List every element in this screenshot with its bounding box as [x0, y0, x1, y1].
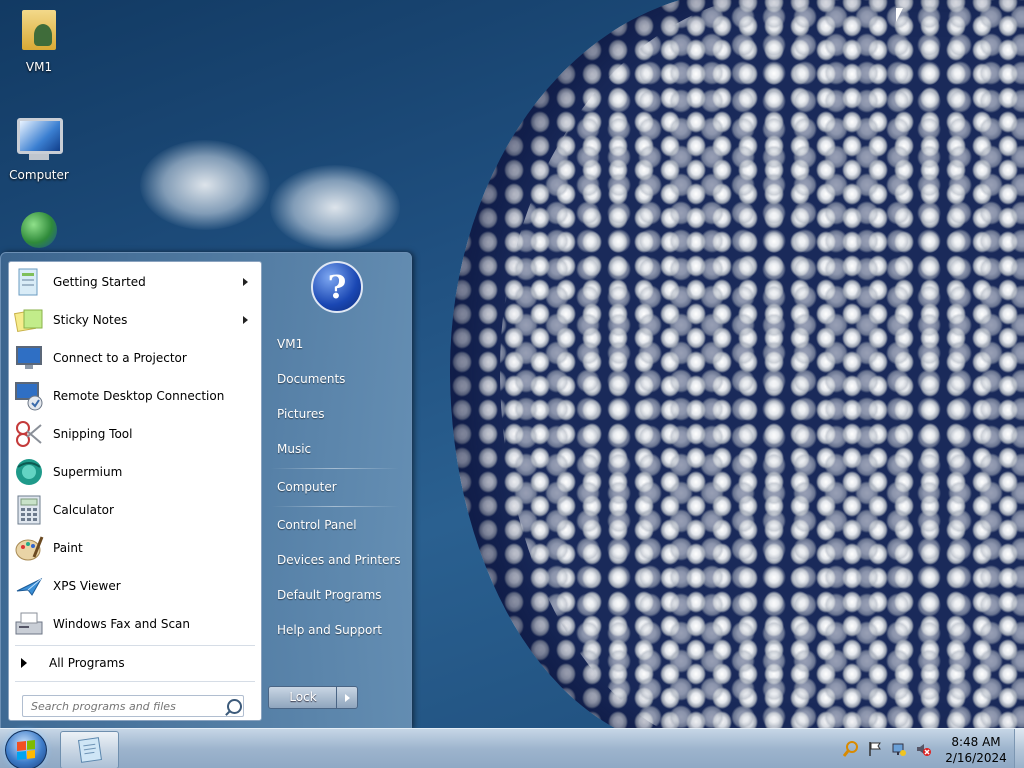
- start-item-connect-projector[interactable]: Connect to a Projector: [12, 340, 258, 376]
- action-center-flag-icon[interactable]: [867, 741, 883, 757]
- start-right-devices-printers[interactable]: Devices and Printers: [268, 545, 411, 575]
- projector-icon: [12, 341, 46, 375]
- paint-palette-icon: [12, 531, 46, 565]
- user-folder-icon: [17, 10, 61, 58]
- menu-separator: [15, 645, 255, 646]
- start-item-calculator[interactable]: Calculator: [12, 492, 258, 528]
- start-item-sticky-notes[interactable]: Sticky Notes: [12, 302, 258, 338]
- supermium-icon: [12, 455, 46, 489]
- start-right-label: Computer: [277, 480, 337, 494]
- shutdown-options-arrow-button[interactable]: [336, 686, 358, 709]
- start-button[interactable]: [5, 730, 47, 768]
- start-search-input[interactable]: [29, 698, 223, 714]
- start-right-label: Devices and Printers: [277, 553, 401, 567]
- volume-muted-icon[interactable]: [915, 741, 931, 757]
- start-right-control-panel[interactable]: Control Panel: [268, 510, 411, 540]
- start-item-label: Windows Fax and Scan: [53, 617, 191, 631]
- network-icon[interactable]: [891, 741, 907, 757]
- start-item-getting-started[interactable]: Getting Started: [12, 264, 258, 300]
- desktop-icon-label: VM1: [25, 60, 53, 74]
- start-item-remote-desktop[interactable]: Remote Desktop Connection: [12, 378, 258, 414]
- start-right-help-support[interactable]: Help and Support: [268, 615, 411, 645]
- start-item-label: Remote Desktop Connection: [53, 389, 225, 403]
- start-right-label: Pictures: [277, 407, 325, 421]
- start-item-label: Sticky Notes: [53, 313, 128, 327]
- taskbar-pinned-app[interactable]: [60, 731, 119, 768]
- start-item-paint[interactable]: Paint: [12, 530, 258, 566]
- mouse-cursor-icon: [896, 8, 903, 22]
- start-item-label: Supermium: [53, 465, 123, 479]
- calculator-icon: [12, 493, 46, 527]
- submenu-arrow-icon[interactable]: [243, 278, 248, 286]
- start-right-default-programs[interactable]: Default Programs: [268, 580, 411, 610]
- computer-icon: [17, 118, 63, 166]
- start-item-label: XPS Viewer: [53, 579, 121, 593]
- start-right-label: Control Panel: [277, 518, 357, 532]
- start-right-label: Documents: [277, 372, 346, 386]
- search-icon[interactable]: [227, 698, 242, 714]
- start-right-label: Music: [277, 442, 312, 456]
- menu-separator: [271, 506, 399, 507]
- desktop-icon-label: Computer: [9, 168, 69, 182]
- taskbar: 8:48 AM 2/16/2024: [0, 728, 1024, 768]
- start-item-fax-scan[interactable]: Windows Fax and Scan: [12, 606, 258, 642]
- all-programs-button[interactable]: All Programs: [17, 652, 255, 674]
- start-item-xps-viewer[interactable]: XPS Viewer: [12, 568, 258, 604]
- start-item-label: Snipping Tool: [53, 427, 133, 441]
- show-desktop-button[interactable]: [1014, 729, 1024, 768]
- start-right-vm1[interactable]: VM1: [268, 329, 411, 359]
- start-right-label: Help and Support: [277, 623, 382, 637]
- submenu-arrow-icon[interactable]: [243, 316, 248, 324]
- clock-time: 8:48 AM: [951, 735, 1001, 749]
- start-search-box[interactable]: [22, 695, 244, 717]
- help-user-tile-icon: ?: [311, 261, 363, 313]
- desktop-icon-computer[interactable]: Computer: [4, 110, 74, 182]
- start-right-music[interactable]: Music: [268, 434, 411, 464]
- remote-desktop-icon: [12, 379, 46, 413]
- getting-started-icon: [12, 265, 46, 299]
- start-item-label: Paint: [53, 541, 83, 555]
- start-right-label: Default Programs: [277, 588, 382, 602]
- start-item-snipping-tool[interactable]: Snipping Tool: [12, 416, 258, 452]
- start-right-label: VM1: [277, 337, 304, 351]
- start-item-supermium[interactable]: Supermium: [12, 454, 258, 490]
- start-right-computer[interactable]: Computer: [268, 472, 411, 502]
- windows-logo-icon: [17, 740, 35, 760]
- notepad-icon: [77, 737, 102, 763]
- xps-viewer-icon: [12, 569, 46, 603]
- clock-date: 2/16/2024: [945, 751, 1007, 765]
- cloud: [270, 165, 400, 250]
- start-item-label: Getting Started: [53, 275, 146, 289]
- search-tray-icon[interactable]: [842, 741, 859, 757]
- menu-separator: [271, 468, 399, 469]
- lock-button[interactable]: Lock: [268, 686, 338, 709]
- scissors-icon: [12, 417, 46, 451]
- desktop-icon-vm1[interactable]: VM1: [4, 6, 74, 74]
- start-item-label: Connect to a Projector: [53, 351, 187, 365]
- sticky-notes-icon: [12, 303, 46, 337]
- start-right-pictures[interactable]: Pictures: [268, 399, 411, 429]
- taskbar-clock[interactable]: 8:48 AM 2/16/2024: [944, 734, 1008, 766]
- start-right-documents[interactable]: Documents: [268, 364, 411, 394]
- all-programs-arrow-icon: [21, 658, 27, 668]
- fax-icon: [12, 607, 46, 641]
- start-menu: Getting Started Sticky Notes Connect to …: [0, 252, 412, 729]
- menu-separator: [15, 681, 255, 682]
- start-menu-programs-pane: Getting Started Sticky Notes Connect to …: [8, 261, 262, 721]
- all-programs-label: All Programs: [49, 656, 125, 670]
- chevron-right-icon: [344, 693, 350, 702]
- start-item-label: Calculator: [53, 503, 114, 517]
- cloud: [140, 140, 270, 230]
